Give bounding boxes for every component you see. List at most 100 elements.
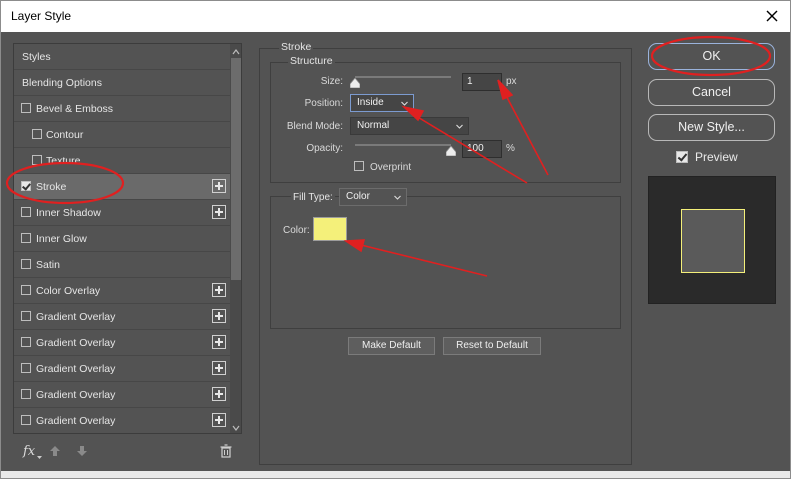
style-item-contour[interactable]: Contour xyxy=(14,122,230,148)
style-item-blending-options[interactable]: Blending Options xyxy=(14,70,230,96)
chevron-down-icon xyxy=(401,101,408,106)
opacity-unit: % xyxy=(506,143,515,154)
blend-mode-select[interactable]: Normal xyxy=(350,117,469,135)
style-checkbox[interactable] xyxy=(21,259,31,269)
make-default-button[interactable]: Make Default xyxy=(348,337,435,355)
style-item-gradient-overlay[interactable]: Gradient Overlay xyxy=(14,408,230,433)
style-checkbox[interactable] xyxy=(21,363,31,373)
size-input[interactable]: 1 xyxy=(462,73,502,91)
style-item-gradient-overlay[interactable]: Gradient Overlay xyxy=(14,382,230,408)
overprint-checkbox[interactable] xyxy=(354,161,364,171)
reset-to-default-button[interactable]: Reset to Default xyxy=(443,337,541,355)
opacity-input[interactable]: 100 xyxy=(462,140,502,158)
style-item-stroke[interactable]: Stroke xyxy=(14,174,230,200)
style-checkbox[interactable] xyxy=(21,103,31,113)
style-item-label: Gradient Overlay xyxy=(36,311,116,323)
add-effect-icon[interactable] xyxy=(212,335,226,349)
overprint-label: Overprint xyxy=(370,162,412,173)
add-effect-icon[interactable] xyxy=(212,283,226,297)
fill-type-label: Fill Type: xyxy=(291,192,335,203)
size-unit: px xyxy=(506,76,517,87)
position-label: Position: xyxy=(304,98,343,109)
style-item-label: Bevel & Emboss xyxy=(36,103,114,115)
style-item-label: Gradient Overlay xyxy=(36,337,116,349)
position-select[interactable]: Inside xyxy=(350,94,414,112)
opacity-slider-thumb[interactable] xyxy=(446,146,456,156)
style-checkbox[interactable] xyxy=(21,389,31,399)
color-swatch[interactable] xyxy=(313,217,347,241)
move-down-icon[interactable] xyxy=(76,445,88,457)
layer-style-dialog: Layer Style Styles Blending Options Bevel … xyxy=(0,0,791,479)
move-up-icon[interactable] xyxy=(49,445,61,457)
style-item-texture[interactable]: Texture xyxy=(14,148,230,174)
stroke-section-title: Stroke xyxy=(279,41,314,53)
style-item-color-overlay[interactable]: Color Overlay xyxy=(14,278,230,304)
style-item-gradient-overlay[interactable]: Gradient Overlay xyxy=(14,330,230,356)
style-item-styles[interactable]: Styles xyxy=(14,44,230,70)
close-icon[interactable] xyxy=(762,6,782,26)
position-value: Inside xyxy=(357,97,384,108)
trash-icon[interactable] xyxy=(219,444,233,458)
scroll-down-icon[interactable] xyxy=(232,424,240,432)
add-effect-icon[interactable] xyxy=(212,413,226,427)
size-slider-thumb[interactable] xyxy=(350,78,360,88)
add-effect-icon[interactable] xyxy=(212,179,226,193)
style-item-label: Styles xyxy=(22,51,51,63)
style-checkbox[interactable] xyxy=(21,207,31,217)
fx-menu-arrow-icon xyxy=(37,456,42,459)
structure-title: Structure xyxy=(288,55,335,67)
style-item-label: Inner Glow xyxy=(36,233,87,245)
add-effect-icon[interactable] xyxy=(212,205,226,219)
styles-scrollbar[interactable] xyxy=(230,44,241,433)
fill-type-group xyxy=(270,196,621,329)
ok-button[interactable]: OK xyxy=(648,43,775,70)
fx-button[interactable]: fx xyxy=(23,444,35,459)
scroll-up-icon[interactable] xyxy=(232,48,240,56)
style-checkbox[interactable] xyxy=(32,129,42,139)
cancel-button[interactable]: Cancel xyxy=(648,79,775,106)
preview-checkbox[interactable] xyxy=(676,151,688,163)
preview-shape xyxy=(681,209,745,273)
fill-type-select[interactable]: Color xyxy=(339,188,407,206)
style-checkbox[interactable] xyxy=(21,311,31,321)
size-label: Size: xyxy=(320,76,343,87)
style-checkbox[interactable] xyxy=(21,337,31,347)
style-item-label: Gradient Overlay xyxy=(36,415,116,427)
style-item-satin[interactable]: Satin xyxy=(14,252,230,278)
styles-footer: fx xyxy=(13,435,242,465)
scrollbar-thumb[interactable] xyxy=(231,58,241,280)
size-slider-track[interactable] xyxy=(355,76,451,78)
style-item-label: Contour xyxy=(46,129,84,141)
style-item-inner-glow[interactable]: Inner Glow xyxy=(14,226,230,252)
bottom-edge xyxy=(1,471,790,478)
style-item-label: Gradient Overlay xyxy=(36,363,116,375)
style-checkbox[interactable] xyxy=(21,181,31,191)
blend-mode-label: Blend Mode: xyxy=(286,121,343,132)
opacity-label: Opacity: xyxy=(306,143,343,154)
style-checkbox[interactable] xyxy=(21,233,31,243)
style-item-label: Blending Options xyxy=(22,77,102,89)
style-item-inner-shadow[interactable]: Inner Shadow xyxy=(14,200,230,226)
style-item-gradient-overlay[interactable]: Gradient Overlay xyxy=(14,304,230,330)
add-effect-icon[interactable] xyxy=(212,361,226,375)
title-bar: Layer Style xyxy=(1,1,790,32)
add-effect-icon[interactable] xyxy=(212,387,226,401)
style-checkbox[interactable] xyxy=(32,155,42,165)
style-checkbox[interactable] xyxy=(21,285,31,295)
add-effect-icon[interactable] xyxy=(212,309,226,323)
style-item-bevel-emboss[interactable]: Bevel & Emboss xyxy=(14,96,230,122)
style-item-label: Satin xyxy=(36,259,60,271)
style-item-label: Inner Shadow xyxy=(36,207,101,219)
preview-label: Preview xyxy=(695,150,738,164)
fill-type-value: Color xyxy=(346,191,370,202)
blend-mode-value: Normal xyxy=(357,120,390,131)
style-item-label: Stroke xyxy=(36,181,67,193)
chevron-down-icon xyxy=(394,195,401,200)
style-checkbox[interactable] xyxy=(21,415,31,425)
new-style-button[interactable]: New Style... xyxy=(648,114,775,141)
style-item-label: Texture xyxy=(46,155,81,167)
window-title: Layer Style xyxy=(11,9,72,23)
style-item-gradient-overlay[interactable]: Gradient Overlay xyxy=(14,356,230,382)
opacity-slider-track[interactable] xyxy=(355,144,451,146)
preview-thumbnail xyxy=(648,176,776,304)
